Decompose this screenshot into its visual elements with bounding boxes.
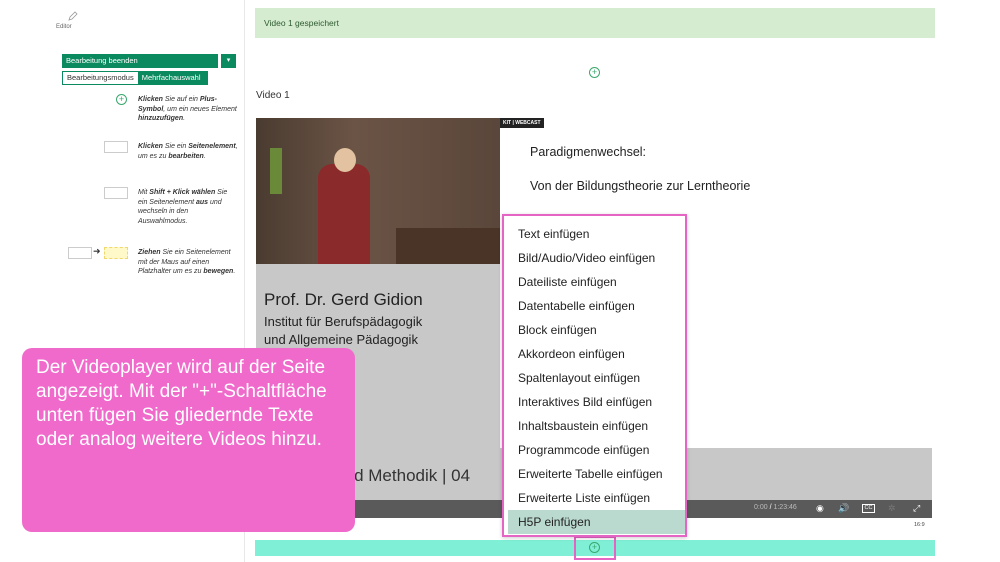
element-icon — [104, 187, 128, 199]
menu-item-columns[interactable]: Spaltenlayout einfügen — [508, 366, 685, 390]
kit-webcast-logo: KIT | WEBCAST — [500, 118, 544, 128]
slide-subtitle: Von der Bildungstheorie zur Lerntheorie — [530, 179, 751, 193]
hint-add: Klicken Sie auf ein Plus-Symbol, um ein … — [138, 96, 237, 122]
saved-notification: Video 1 gespeichert — [255, 8, 935, 38]
hint-edit: Klicken Sie ein Seitenelement, um es zu … — [138, 143, 238, 160]
arrow-right-icon: ➜ — [93, 246, 101, 256]
time-display: 0:00 / 1:23:46 — [754, 504, 797, 511]
menu-item-data-table[interactable]: Datentabelle einfügen — [508, 294, 685, 318]
menu-item-interactive-image[interactable]: Interaktives Bild einfügen — [508, 390, 685, 414]
fullscreen-icon[interactable]: ⤢ — [913, 503, 920, 514]
mode-switch: Bearbeitungsmodus Mehrfachauswahl — [62, 71, 208, 85]
menu-item-media[interactable]: Bild/Audio/Video einfügen — [508, 246, 685, 270]
professor-name: Prof. Dr. Gerd Gidion — [264, 290, 423, 309]
insert-menu: Text einfügen Bild/Audio/Video einfügen … — [502, 214, 687, 537]
end-editing-button[interactable]: Bearbeitung beenden — [62, 54, 218, 68]
pencil-icon[interactable] — [58, 10, 88, 24]
hint-drag: Ziehen Sie ein Seitenelement mit der Mau… — [138, 249, 236, 275]
edit-mode-tab[interactable]: Bearbeitungsmodus — [63, 72, 138, 84]
menu-item-text[interactable]: Text einfügen — [508, 222, 685, 246]
slide-title: Paradigmenwechsel: — [530, 145, 647, 159]
menu-item-block[interactable]: Block einfügen — [508, 318, 685, 342]
element-icon — [104, 141, 128, 153]
menu-item-h5p[interactable]: H5P einfügen — [508, 510, 685, 534]
menu-item-code[interactable]: Programmcode einfügen — [508, 438, 685, 462]
hint-select: Mit Shift + Klick wählen Sie ein Seitene… — [138, 189, 228, 225]
captions-icon[interactable]: CC — [862, 504, 875, 513]
menu-item-file-list[interactable]: Dateiliste einfügen — [508, 270, 685, 294]
gear-icon[interactable]: ✲ — [888, 503, 896, 514]
placeholder-icon — [104, 247, 128, 259]
institute-line-2: und Allgemeine Pädagogik — [264, 332, 418, 347]
add-element-button-bottom[interactable]: + — [589, 542, 600, 553]
add-element-button[interactable]: + — [589, 67, 600, 78]
plus-circle-icon: + — [116, 94, 127, 105]
tutorial-callout: Der Videoplayer wird auf der Seite angez… — [22, 348, 355, 532]
editor-label: Editor — [56, 24, 72, 30]
volume-icon[interactable]: 🔊 — [838, 503, 849, 514]
chevron-down-icon[interactable]: ▾ — [221, 54, 236, 68]
speed-icon[interactable]: ◉ — [816, 503, 824, 514]
lecturer-video — [256, 118, 500, 264]
video-title: Video 1 — [256, 90, 290, 101]
aspect-ratio-label: 16:9 — [914, 522, 925, 528]
multi-select-tab[interactable]: Mehrfachauswahl — [137, 72, 207, 84]
institute-line-1: Institut für Berufspädagogik — [264, 314, 423, 329]
page: Editor Bearbeitung beenden ▾ Bearbeitung… — [0, 0, 1000, 562]
element-icon — [68, 247, 92, 259]
menu-item-content-block[interactable]: Inhaltsbaustein einfügen — [508, 414, 685, 438]
menu-item-accordion[interactable]: Akkordeon einfügen — [508, 342, 685, 366]
menu-item-advanced-list[interactable]: Erweiterte Liste einfügen — [508, 486, 685, 510]
menu-item-advanced-table[interactable]: Erweiterte Tabelle einfügen — [508, 462, 685, 486]
